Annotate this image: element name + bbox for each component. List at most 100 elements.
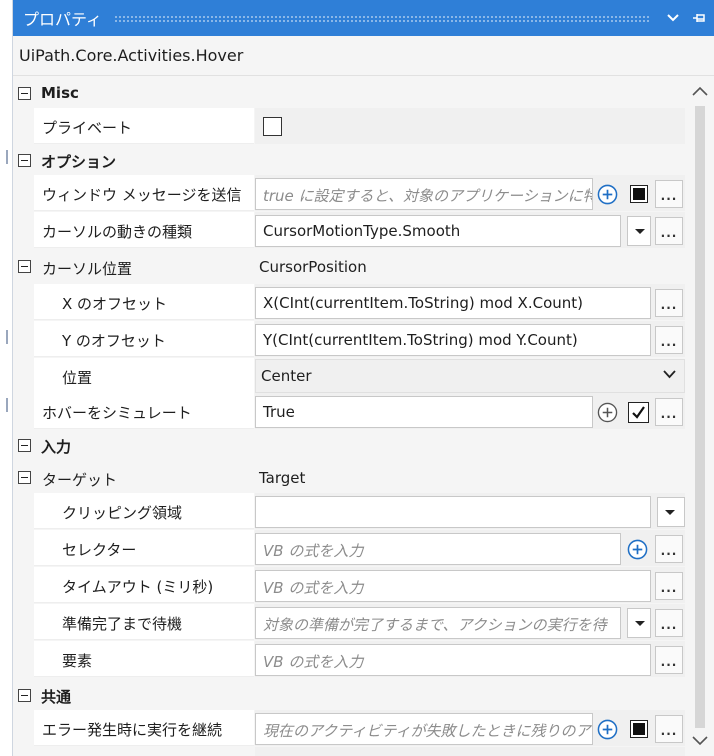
property-name: 位置 [34, 358, 254, 394]
property-row-continue-on-error: エラー発生時に実行を継続 現在のアクティビティが失敗したときに残りのアク ... [13, 710, 685, 747]
category-input[interactable]: 入力 [13, 430, 685, 460]
scroll-up-icon[interactable] [692, 86, 708, 96]
property-name: X のオフセット [34, 284, 254, 320]
element-ellipsis-button[interactable]: ... [655, 646, 683, 674]
offset-x-ellipsis-button[interactable]: ... [655, 289, 683, 317]
panel-titlebar[interactable]: プロパティ [13, 0, 714, 36]
simulate-hover-input[interactable]: True [255, 396, 593, 428]
continue-on-error-ellipsis-button[interactable]: ... [655, 715, 683, 743]
property-name: エラー発生時に実行を継続 [34, 710, 254, 746]
vertical-scrollbar[interactable] [685, 78, 714, 756]
property-name: 要素 [34, 641, 254, 677]
property-name: 準備完了まで待機 [34, 604, 254, 640]
plus-circle-icon[interactable] [597, 402, 618, 423]
left-edge-strip [0, 0, 12, 756]
collapse-icon[interactable] [18, 260, 31, 273]
category-label: 入力 [41, 438, 72, 456]
offset-x-input[interactable]: X(CInt(currentItem.ToString) mod X.Count… [255, 287, 651, 319]
category-label: Misc [41, 84, 79, 102]
property-name: タイムアウト (ミリ秒) [34, 567, 254, 603]
property-row-element: 要素 VB の式を入力 ... [13, 641, 685, 678]
property-row-private: プライベート [13, 108, 685, 145]
property-row-position: 位置 Center [13, 358, 685, 395]
properties-panel: プロパティ UiPath.Core.Activities.Hover Misc … [12, 0, 714, 756]
timeout-ellipsis-button[interactable]: ... [655, 572, 683, 600]
left-edge-tick [6, 330, 8, 344]
selector-input[interactable]: VB の式を入力 [255, 533, 621, 565]
property-row-simulate-hover: ホバーをシミュレート True ... [13, 393, 685, 430]
cursor-position-value: CursorPosition [259, 258, 367, 276]
property-row-offset-y: Y のオフセット Y(CInt(currentItem.ToString) mo… [13, 321, 685, 358]
collapse-icon[interactable] [18, 439, 31, 452]
plus-circle-icon[interactable] [597, 719, 618, 740]
dropdown-arrow-icon[interactable] [627, 608, 651, 638]
collapse-icon[interactable] [18, 154, 31, 167]
wait-for-ready-input[interactable]: 対象の準備が完了するまで、アクションの実行を待 [255, 607, 621, 639]
collapse-icon[interactable] [18, 689, 31, 702]
property-name: クリッピング領域 [34, 493, 254, 529]
cursor-motion-type-ellipsis-button[interactable]: ... [655, 217, 683, 245]
element-input[interactable]: VB の式を入力 [255, 644, 651, 676]
chevron-down-icon [663, 370, 676, 379]
left-edge-tick [6, 398, 8, 412]
target-value: Target [259, 469, 306, 487]
property-name: Y のオフセット [34, 321, 254, 357]
property-name: ホバーをシミュレート [34, 393, 254, 429]
property-name: セレクター [34, 530, 254, 566]
send-window-messages-ellipsis-button[interactable]: ... [655, 180, 683, 208]
cursor-motion-type-input[interactable]: CursorMotionType.Smooth [255, 215, 621, 247]
property-name: ターゲット [34, 460, 254, 496]
continue-on-error-checkbox[interactable] [630, 720, 648, 738]
checkmark-icon [632, 406, 645, 419]
property-name: プライベート [34, 108, 254, 144]
category-options[interactable]: オプション [13, 145, 685, 175]
property-row-offset-x: X のオフセット X(CInt(currentItem.ToString) mo… [13, 284, 685, 321]
activity-type-name: UiPath.Core.Activities.Hover [13, 36, 714, 76]
scroll-down-icon[interactable] [692, 736, 708, 746]
dropdown-arrow-icon[interactable] [627, 216, 651, 246]
property-name: カーソルの動きの種類 [34, 212, 254, 248]
property-value-cell [255, 460, 685, 496]
property-row-selector: セレクター VB の式を入力 ... [13, 530, 685, 567]
send-window-messages-checkbox[interactable] [630, 185, 648, 203]
collapse-icon[interactable] [18, 471, 31, 484]
simulate-hover-checkbox[interactable] [628, 402, 649, 423]
next-row-partial [255, 747, 685, 756]
property-grid: Misc プライベート オプション ウィンドウ メッセージを送信 true に設… [13, 78, 685, 756]
left-edge-tick [6, 150, 8, 164]
scrollbar-thumb[interactable] [695, 106, 705, 728]
property-value-cell [255, 108, 685, 144]
category-common[interactable]: 共通 [13, 680, 685, 710]
category-label: 共通 [41, 688, 72, 706]
wait-for-ready-ellipsis-button[interactable]: ... [655, 609, 683, 637]
property-name: カーソル位置 [34, 249, 254, 285]
clipping-region-input[interactable] [255, 496, 651, 528]
pin-icon [693, 14, 705, 22]
send-window-messages-input[interactable]: true に設定すると、対象のアプリケーションに特 [255, 178, 593, 210]
plus-circle-icon[interactable] [597, 184, 618, 205]
timeout-input[interactable]: VB の式を入力 [255, 570, 651, 602]
dropdown-arrow-icon[interactable] [657, 497, 685, 527]
collapse-icon[interactable] [18, 87, 31, 100]
simulate-hover-ellipsis-button[interactable]: ... [655, 398, 683, 426]
category-misc[interactable]: Misc [13, 78, 685, 108]
position-selected-value: Center [261, 367, 312, 385]
category-label: オプション [41, 153, 117, 171]
chevron-down-icon [667, 14, 679, 22]
auto-hide-pin-button[interactable] [689, 8, 709, 28]
property-row-send-window-messages: ウィンドウ メッセージを送信 true に設定すると、対象のアプリケーションに特… [13, 175, 685, 212]
window-position-button[interactable] [663, 8, 683, 28]
offset-y-input[interactable]: Y(CInt(currentItem.ToString) mod Y.Count… [255, 324, 651, 356]
offset-y-ellipsis-button[interactable]: ... [655, 326, 683, 354]
titlebar-grip [114, 14, 651, 22]
continue-on-error-input[interactable]: 現在のアクティビティが失敗したときに残りのアク [255, 713, 593, 745]
property-row-clipping-region: クリッピング領域 [13, 493, 685, 530]
property-row-wait-for-ready: 準備完了まで待機 対象の準備が完了するまで、アクションの実行を待 ... [13, 604, 685, 641]
property-row-target: ターゲット Target [13, 460, 685, 497]
property-name: ウィンドウ メッセージを送信 [34, 175, 254, 211]
position-select[interactable]: Center [255, 359, 685, 393]
selector-ellipsis-button[interactable]: ... [655, 535, 683, 563]
private-checkbox[interactable] [263, 117, 282, 136]
panel-title: プロパティ [23, 10, 103, 29]
plus-circle-icon[interactable] [627, 539, 648, 560]
